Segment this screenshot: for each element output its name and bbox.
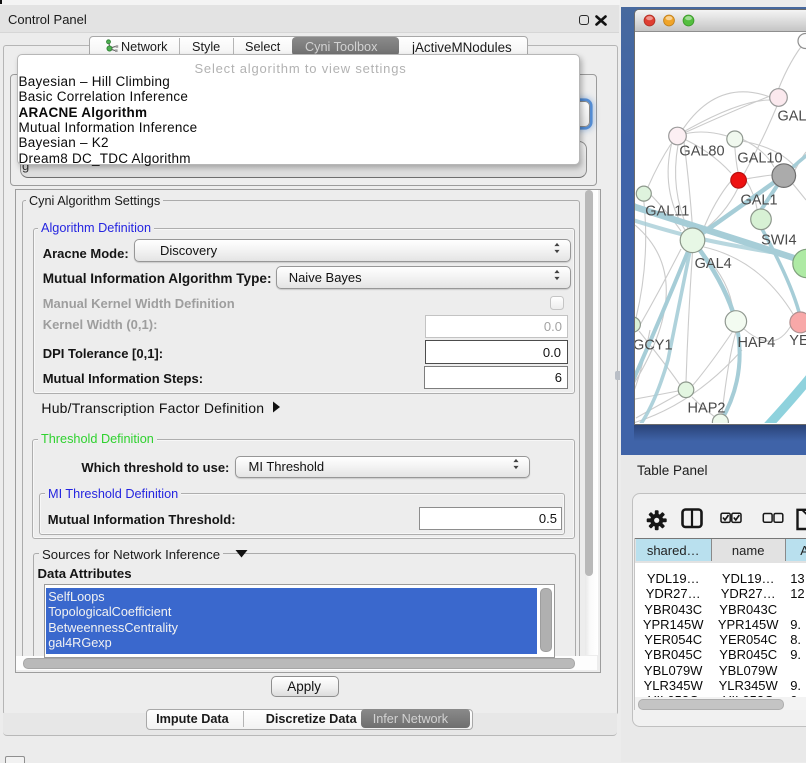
svg-text:GAL4: GAL4 — [695, 256, 732, 272]
svg-text:HAP4: HAP4 — [737, 335, 775, 351]
svg-text:GAL11: GAL11 — [645, 204, 689, 220]
svg-text:GAL10: GAL10 — [737, 151, 782, 167]
svg-text:GAL80: GAL80 — [679, 144, 724, 160]
svg-text:HAP2: HAP2 — [688, 400, 726, 416]
svg-text:YEL: YEL — [789, 333, 806, 349]
svg-text:SWI4: SWI4 — [761, 233, 796, 249]
svg-text:GAL2: GAL2 — [777, 109, 806, 125]
svg-text:GCY1: GCY1 — [635, 337, 673, 353]
svg-text:GAL1: GAL1 — [740, 192, 777, 208]
